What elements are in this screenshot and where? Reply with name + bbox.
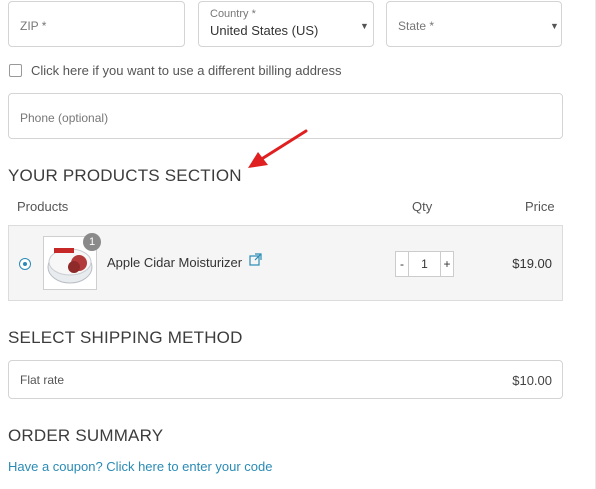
billing-address-checkbox[interactable]: [9, 64, 22, 77]
coupon-link[interactable]: Have a coupon? Click here to enter your …: [8, 459, 273, 474]
product-row[interactable]: 1 Apple Cidar Moisturizer - 1 + $19.00: [8, 225, 563, 301]
order-summary-title: ORDER SUMMARY: [8, 426, 164, 445]
shipping-method-option[interactable]: Flat rate $10.00: [8, 360, 563, 399]
billing-address-label[interactable]: Click here if you want to use a differen…: [31, 63, 341, 78]
state-placeholder: State *: [398, 19, 435, 33]
annotation-arrow-icon: [248, 129, 308, 168]
quantity-decrease-button[interactable]: -: [395, 251, 409, 277]
quantity-increase-button[interactable]: +: [440, 251, 454, 277]
product-name: Apple Cidar Moisturizer: [107, 255, 243, 270]
phone-placeholder: Phone (optional): [20, 111, 109, 125]
price-column-header: Price: [525, 199, 555, 214]
shipping-method-price: $10.00: [512, 373, 552, 388]
product-radio[interactable]: [19, 258, 31, 270]
zip-field[interactable]: ZIP *: [8, 1, 185, 47]
state-select[interactable]: State * ▼: [386, 1, 562, 47]
zip-placeholder: ZIP *: [20, 19, 47, 33]
qty-column-header: Qty: [412, 199, 433, 214]
shipping-method-name: Flat rate: [20, 373, 65, 387]
quantity-badge: 1: [83, 233, 101, 251]
products-section-title: YOUR PRODUCTS SECTION: [8, 166, 242, 185]
chevron-down-icon: ▼: [550, 21, 559, 31]
country-select[interactable]: Country * United States (US) ▼: [198, 1, 374, 47]
country-value: United States (US): [210, 23, 319, 38]
product-price: $19.00: [512, 256, 552, 271]
external-link-icon[interactable]: [249, 253, 262, 271]
chevron-down-icon: ▼: [360, 21, 369, 31]
shipping-section-title: SELECT SHIPPING METHOD: [8, 328, 243, 347]
country-label: Country *: [210, 8, 256, 20]
quantity-stepper[interactable]: - 1 +: [395, 251, 455, 277]
quantity-input[interactable]: 1: [409, 251, 440, 277]
products-column-header: Products: [17, 199, 69, 214]
